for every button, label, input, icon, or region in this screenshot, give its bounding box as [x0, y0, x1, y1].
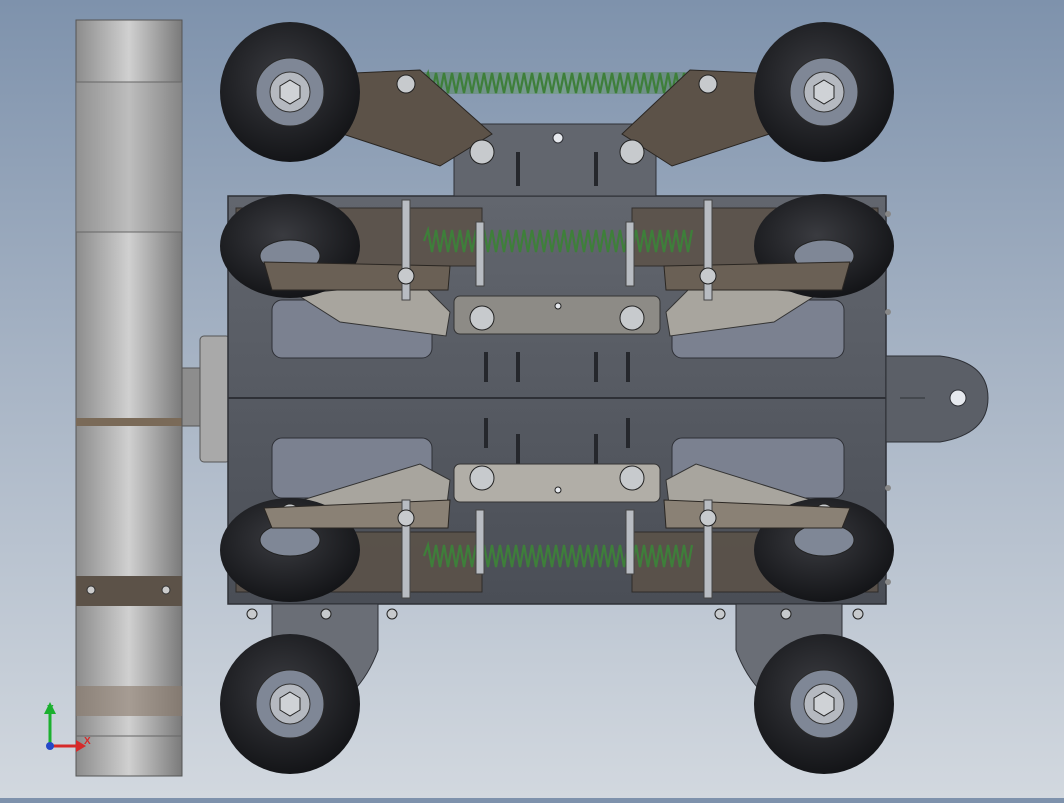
- motor-hub: [181, 335, 231, 463]
- top-spring: [420, 69, 690, 94]
- side-view-column: [75, 19, 183, 777]
- wheel-bottom-left: [220, 634, 360, 774]
- triad-y-label: Y: [47, 704, 54, 715]
- mounting-tab: [885, 355, 989, 443]
- wheel-top-left: [220, 22, 360, 162]
- wheel-top-right: [754, 22, 894, 162]
- cad-viewport[interactable]: Y X: [0, 0, 1064, 798]
- triad-x-label: X: [84, 736, 91, 747]
- wheel-bottom-right: [754, 634, 894, 774]
